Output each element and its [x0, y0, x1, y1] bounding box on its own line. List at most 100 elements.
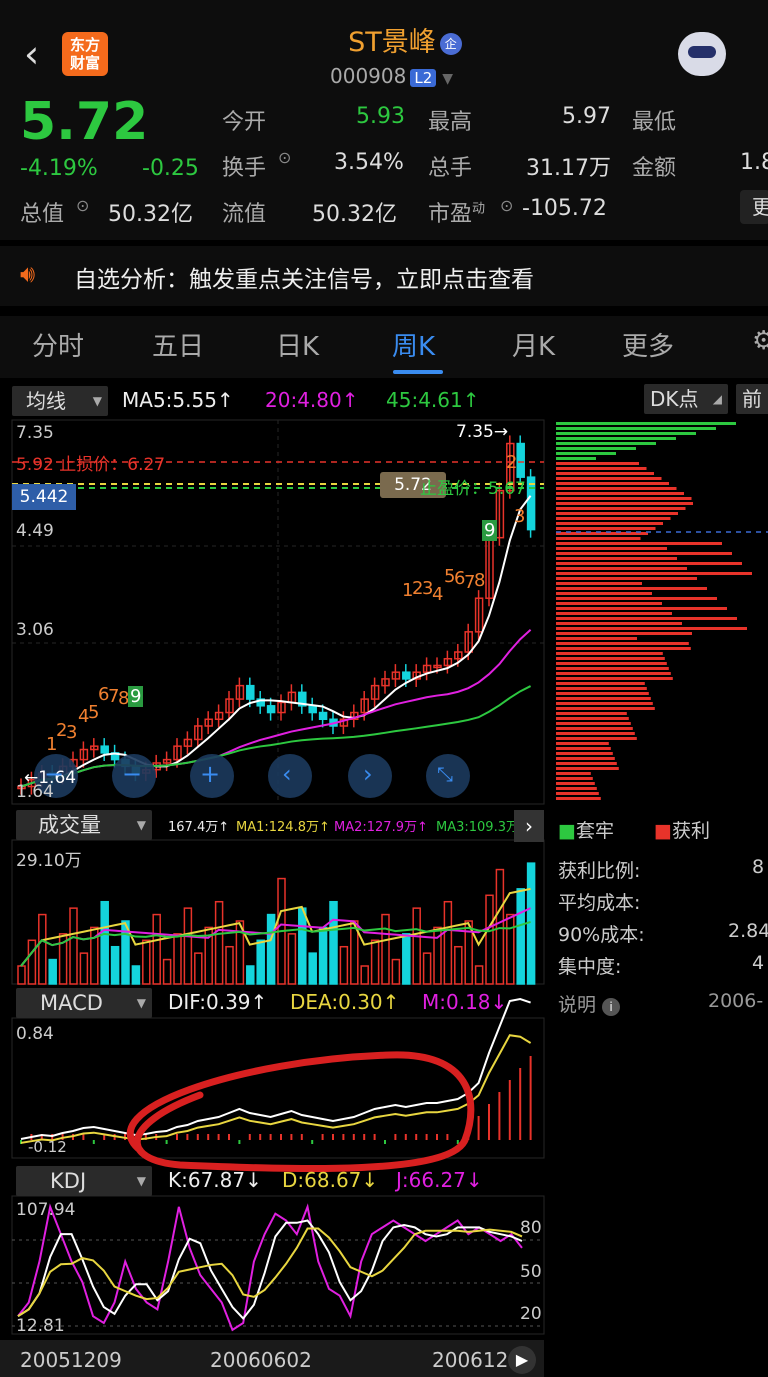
- candle-body: [246, 684, 255, 700]
- date-start: 20051209: [20, 1348, 122, 1372]
- volume-bar: [412, 907, 421, 985]
- expand-right-icon[interactable]: ›: [514, 810, 544, 842]
- indicator-selector-volume[interactable]: 成交量 ▼: [16, 810, 152, 840]
- volume-bar: [381, 913, 390, 985]
- volume-bar: [443, 900, 453, 985]
- chip-bar-profit: [556, 697, 651, 700]
- volume-y-label: 29.10万: [16, 851, 82, 871]
- volume-bar: [422, 952, 432, 985]
- volume-bar: [298, 907, 307, 985]
- chip-bar-trapped: [556, 452, 616, 455]
- y-label-mid-low: 3.06: [16, 620, 54, 640]
- chip-bar-profit: [556, 467, 647, 470]
- chip-bar-profit: [556, 632, 692, 635]
- trapped-legend: 套牢: [575, 820, 614, 842]
- chip-bar-profit: [556, 732, 635, 735]
- profit-legend: 获利: [671, 820, 710, 842]
- zoom-out-icon[interactable]: −: [122, 760, 142, 788]
- chip-bar-profit: [556, 627, 747, 630]
- chip-bar-profit: [556, 517, 671, 520]
- td-sequence-number: 2: [506, 452, 518, 473]
- chip-bar-profit: [556, 737, 637, 740]
- volume-bar: [110, 945, 120, 985]
- chip-bar-profit: [556, 742, 609, 745]
- stop-loss-label: 5.92 止损价：6.27: [16, 455, 166, 475]
- zoom-in-icon[interactable]: +: [200, 760, 220, 788]
- scroll-right-icon[interactable]: ›: [363, 760, 373, 788]
- volume-bar: [474, 965, 484, 985]
- kdj-k: K:67.87↓: [168, 1168, 262, 1192]
- chip-bar-profit: [556, 552, 732, 555]
- chip-bar-profit: [556, 767, 619, 770]
- candle-body: [308, 705, 317, 714]
- chip-bar-profit: [556, 567, 687, 570]
- indicator-selector-kdj[interactable]: KDJ ▼: [16, 1166, 152, 1196]
- macd-m: M:0.18↓: [422, 990, 508, 1014]
- kdj-k-line: [17, 1219, 523, 1320]
- chip-bar-profit: [556, 652, 663, 655]
- scroll-left-icon[interactable]: ‹: [282, 760, 292, 788]
- volume-bar: [142, 939, 151, 985]
- volume-bar: [266, 913, 276, 985]
- kdj-level-50: 50: [520, 1262, 542, 1282]
- volume-bar: [27, 939, 37, 985]
- chip-bar-profit: [556, 477, 662, 480]
- chip-bar-profit: [556, 487, 677, 490]
- chip-bar-profit: [556, 612, 672, 615]
- note-date: 2006-: [708, 990, 764, 1012]
- volume-bar: [17, 965, 26, 985]
- chip-bar-trapped: [556, 447, 636, 450]
- indicator-selector-macd[interactable]: MACD ▼: [16, 988, 152, 1018]
- high-marker: 7.35→: [456, 422, 509, 442]
- chip-bar-profit: [556, 677, 673, 680]
- chip-bar-trapped: [556, 427, 716, 430]
- profit-ratio-value: 8: [752, 856, 765, 878]
- volume-bar: [402, 933, 411, 985]
- chip-bar-profit: [556, 707, 655, 710]
- macd-y-top: 0.84: [16, 1024, 54, 1044]
- kdj-y-bottom: 12.81: [16, 1316, 65, 1336]
- take-profit-label: 止盈价：5.67: [420, 479, 526, 499]
- chip-bar-profit: [556, 592, 652, 595]
- chip-bar-profit: [556, 692, 649, 695]
- chip-bar-profit: [556, 662, 667, 665]
- chip-bar-profit: [556, 657, 665, 660]
- chip-bar-profit: [556, 777, 593, 780]
- concentration-label: 集中度:: [558, 956, 622, 978]
- date-end: 200612: [432, 1348, 509, 1372]
- play-icon[interactable]: ▶: [508, 1346, 536, 1374]
- profit-ratio-label: 获利比例:: [558, 860, 641, 882]
- chip-bar-profit: [556, 717, 629, 720]
- td-sequence-number: 9: [128, 686, 144, 707]
- volume-bar: [339, 945, 349, 985]
- chip-bar-profit: [556, 607, 727, 610]
- volume-bar: [214, 900, 224, 985]
- macd-dea: DEA:0.30↑: [290, 990, 400, 1014]
- volume-bar: [38, 913, 47, 985]
- info-icon[interactable]: i: [602, 998, 621, 1016]
- volume-bar: [225, 945, 234, 985]
- td-sequence-number: 3: [66, 722, 78, 743]
- chip-bar-profit: [556, 637, 637, 640]
- chip-bar-profit: [556, 772, 591, 775]
- volume-bar: [516, 888, 525, 985]
- chip-bar-profit: [556, 712, 627, 715]
- volume-bar: [391, 958, 401, 985]
- volume-bar: [183, 907, 193, 985]
- fullscreen-icon[interactable]: ⤡: [437, 762, 453, 786]
- chip-bar-profit: [556, 537, 641, 540]
- trapped-legend-icon: ■: [558, 820, 576, 842]
- candle-body: [100, 745, 109, 754]
- chip-bar-profit: [556, 792, 599, 795]
- kdj-level-80: 80: [520, 1218, 542, 1238]
- ma-line: [20, 495, 532, 788]
- td-sequence-number: 3: [514, 506, 526, 527]
- volume-bar: [318, 926, 328, 985]
- volume-bar: [152, 913, 161, 985]
- volume-value: 167.4万↑: [168, 820, 230, 835]
- volume-bar: [454, 945, 463, 985]
- minimize-icon[interactable]: −: [44, 760, 64, 788]
- chip-bar-profit: [556, 527, 656, 530]
- chip-bar-profit: [556, 787, 597, 790]
- kdj-d-line: [17, 1227, 523, 1318]
